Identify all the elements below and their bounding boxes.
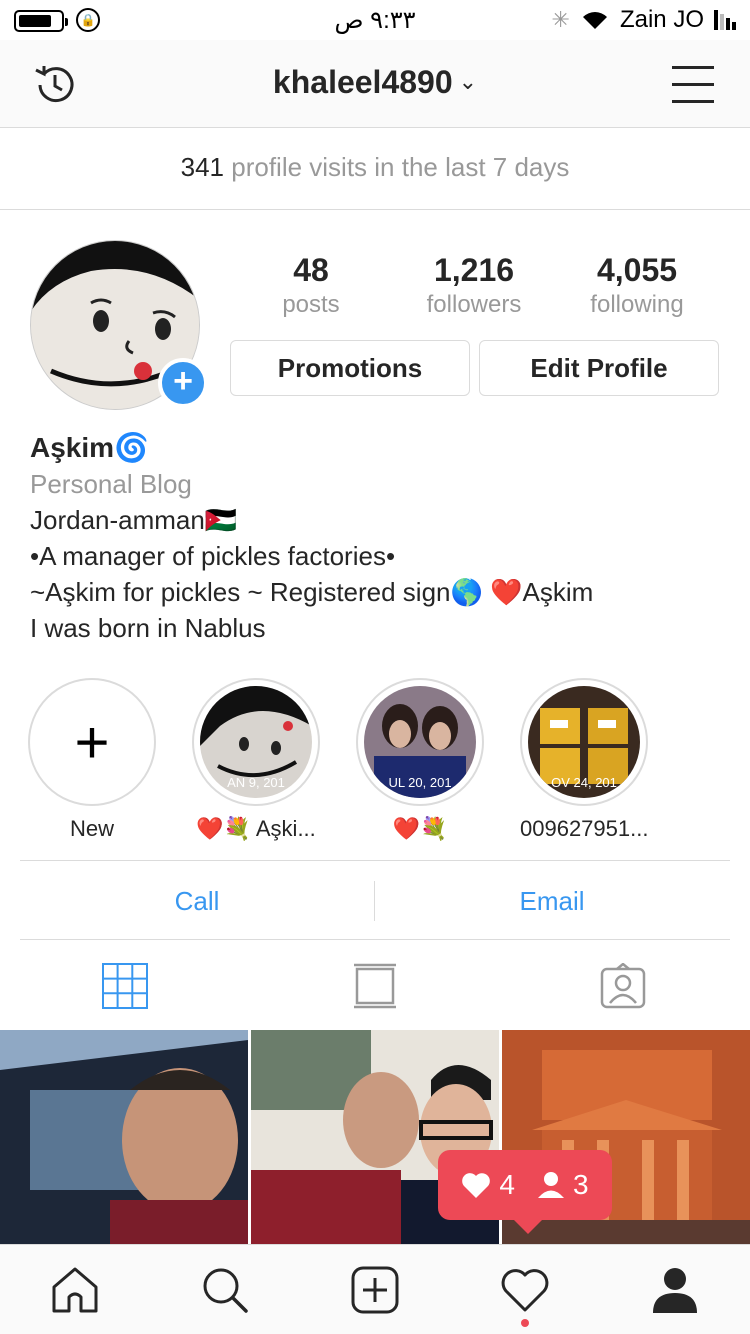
home-icon[interactable] (50, 1265, 100, 1315)
highlight-cover: AN 9, 201 (200, 686, 312, 798)
highlight-date: UL 20, 201 (388, 775, 452, 790)
hamburger-menu-icon[interactable] (672, 66, 714, 103)
likes-count: 4 (499, 1169, 515, 1200)
username: khaleel4890 (272, 64, 453, 100)
bio-line: Jordan-amman🇯🇴 (30, 505, 238, 535)
following-count: 4,055 (596, 252, 678, 288)
grid-icon[interactable] (102, 963, 148, 1009)
add-story-button[interactable]: + (158, 358, 208, 408)
activity-notification-bubble[interactable]: 4 3 (438, 1150, 612, 1234)
plus-icon: + (28, 678, 156, 806)
bottom-tab-bar (0, 1244, 750, 1334)
post-thumbnail[interactable] (0, 1030, 248, 1244)
add-post-icon[interactable] (350, 1265, 400, 1315)
bio-line: ~Aşkim for pickles ~ Registered sign🌎 ❤️… (30, 577, 594, 607)
highlight-label: ❤️💐 Aşki... (196, 816, 316, 841)
promotions-button[interactable]: Promotions (230, 340, 470, 396)
activity-icon[interactable] (500, 1265, 550, 1315)
profile-icon[interactable] (650, 1265, 700, 1315)
followers-label: followers (426, 291, 522, 318)
posts-count: 48 (293, 252, 329, 288)
highlight-label: ❤️💐 (392, 816, 448, 841)
activity-spinner-icon: ✳ (551, 7, 570, 32)
status-bar: 🔒 ٩:٣٣ ص ✳ Zain JO (0, 0, 750, 40)
highlight-date: AN 9, 201 (227, 775, 285, 790)
highlight-date: OV 24, 201 (551, 775, 617, 790)
follows-count: 3 (573, 1169, 589, 1200)
carrier-name: Zain JO (619, 6, 704, 33)
profile-tabs (0, 941, 750, 1029)
bio-line: •A manager of pickles factories• (30, 541, 396, 571)
followers-count: 1,216 (433, 252, 515, 288)
stat-following[interactable]: 4,055 following (557, 252, 717, 319)
category-label: Personal Blog (30, 469, 192, 499)
top-nav-bar: khaleel4890 ⌄ (0, 40, 750, 128)
posts-label: posts (282, 291, 340, 318)
edit-profile-button[interactable]: Edit Profile (479, 340, 719, 396)
account-switcher[interactable]: khaleel4890 ⌄ (0, 64, 750, 101)
bio-line: I was born in Nablus (30, 613, 266, 643)
highlight-label: New (69, 816, 114, 841)
wifi-icon (582, 12, 607, 29)
feed-icon[interactable] (352, 963, 398, 1009)
visits-count: 341 (180, 152, 224, 182)
following-label: following (590, 291, 684, 318)
highlight-label: 009627951... (520, 816, 649, 841)
post-image (0, 1030, 248, 1244)
activity-indicator-dot (521, 1319, 529, 1327)
chevron-down-icon: ⌄ (458, 69, 478, 94)
highlight-item[interactable]: AN 9, 201 ❤️💐 Aşki... (192, 678, 320, 842)
insights-banner[interactable]: 341 profile visits in the last 7 days (0, 128, 750, 210)
highlight-new[interactable]: + New (28, 678, 156, 842)
tagged-icon[interactable] (600, 963, 646, 1009)
status-right: ✳ Zain JO (552, 6, 736, 34)
person-icon (538, 1172, 564, 1198)
email-button[interactable]: Email (375, 861, 729, 941)
stat-followers[interactable]: 1,216 followers (394, 252, 554, 319)
signal-strength-icon (714, 10, 736, 30)
highlight-item[interactable]: OV 24, 201 009627951... (520, 678, 648, 842)
highlight-item[interactable]: UL 20, 201 ❤️💐 (356, 678, 484, 842)
search-icon[interactable] (200, 1265, 250, 1315)
call-button[interactable]: Call (20, 861, 374, 941)
visits-text: profile visits in the last 7 days (231, 152, 570, 182)
stat-posts[interactable]: 48 posts (231, 252, 391, 319)
highlight-cover: UL 20, 201 (364, 686, 476, 798)
contact-row: Call Email (20, 860, 730, 940)
bio: Aşkim🌀 Personal Blog Jordan-amman🇯🇴 •A m… (30, 430, 730, 646)
display-name: Aşkim🌀 (30, 432, 149, 463)
heart-icon (462, 1173, 491, 1198)
highlight-cover: OV 24, 201 (528, 686, 640, 798)
